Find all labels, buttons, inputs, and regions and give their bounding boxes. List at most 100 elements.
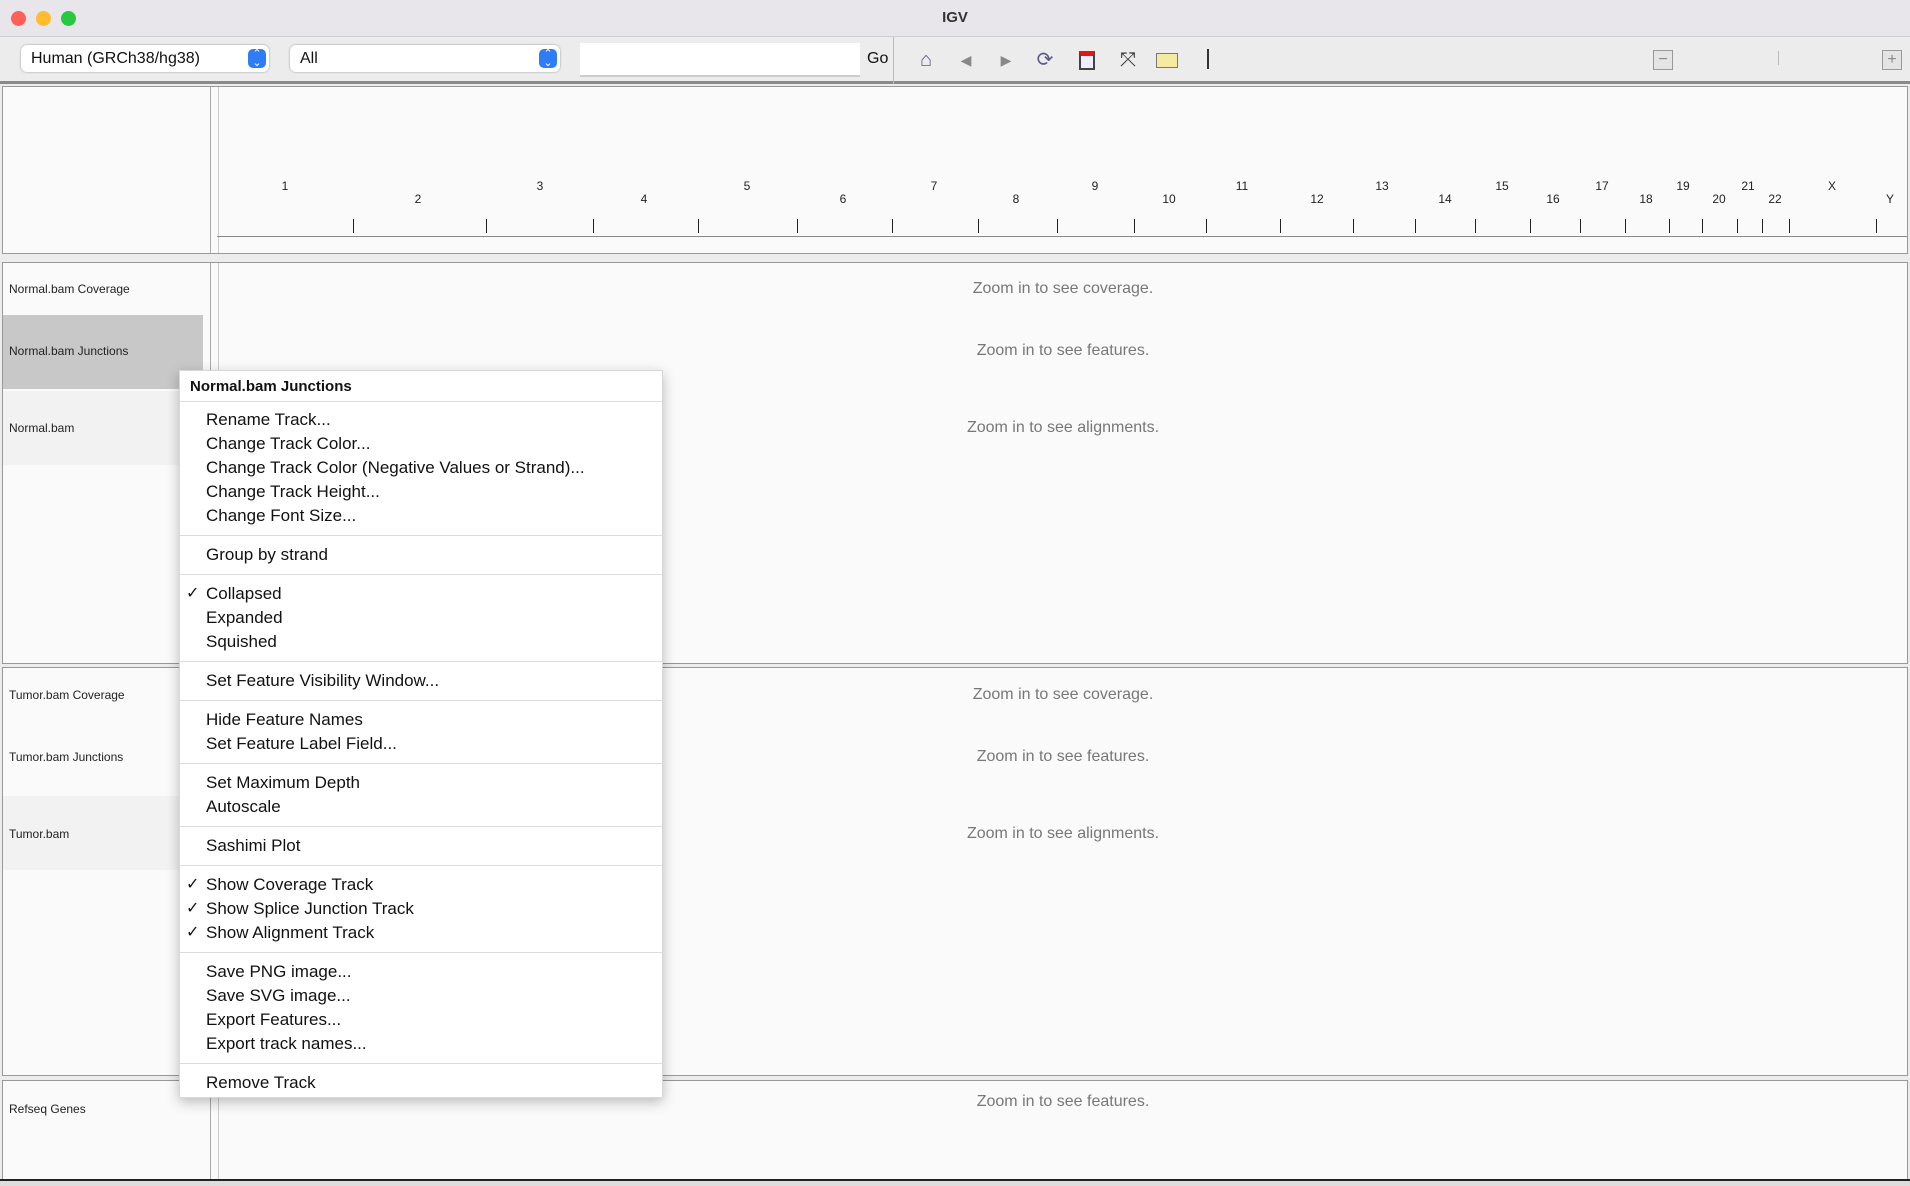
chromosome-label[interactable]: 3 — [537, 179, 544, 193]
chromosome-label[interactable]: 22 — [1768, 192, 1781, 206]
track-name[interactable]: Normal.bam — [9, 421, 74, 435]
popup-info-icon[interactable] — [1154, 47, 1180, 73]
menu-separator — [180, 1063, 662, 1064]
region-of-interest-icon[interactable] — [1074, 47, 1100, 73]
ruler-baseline — [217, 236, 1907, 237]
refresh-icon[interactable]: ⟳ — [1032, 47, 1058, 73]
menu-separator — [180, 535, 662, 536]
menu-item[interactable]: ✓ Show Coverage Track — [180, 873, 662, 897]
home-icon[interactable]: ⌂ — [913, 47, 939, 73]
chromosome-select[interactable]: All ⌃ ⌄ — [290, 45, 560, 72]
chromosome-label[interactable]: 17 — [1595, 179, 1608, 193]
menu-item[interactable]: Rename Track... — [180, 408, 662, 432]
ruler-tick — [1134, 219, 1135, 233]
back-icon[interactable]: ◀ — [953, 47, 979, 73]
chromosome-label[interactable]: 16 — [1546, 192, 1559, 206]
track-name[interactable]: Normal.bam Junctions — [9, 344, 128, 358]
track-name[interactable]: Refseq Genes — [9, 1102, 86, 1116]
chromosome-label[interactable]: 10 — [1162, 192, 1175, 206]
track-name[interactable]: Tumor.bam Junctions — [9, 750, 123, 764]
menu-item[interactable]: Change Track Color... — [180, 432, 662, 456]
menu-item[interactable]: ✓ Collapsed — [180, 582, 662, 606]
menu-item-label: Collapsed — [206, 584, 282, 603]
menu-item-label: Sashimi Plot — [206, 836, 301, 855]
ruler-tick — [1625, 219, 1626, 233]
chromosome-label[interactable]: 1 — [282, 179, 289, 193]
chromosome-ruler[interactable] — [218, 87, 1907, 253]
menu-item[interactable]: Hide Feature Names — [180, 708, 662, 732]
menu-item[interactable]: Remove Track — [180, 1071, 662, 1095]
menu-item-label: Set Feature Visibility Window... — [206, 671, 440, 690]
chromosome-label[interactable]: 15 — [1495, 179, 1508, 193]
title-bar: IGV — [0, 0, 1910, 37]
menu-item-label: Set Maximum Depth — [206, 773, 360, 792]
ruler-tick — [1737, 219, 1738, 233]
track-name[interactable]: Tumor.bam — [9, 827, 69, 841]
zoom-in-icon[interactable]: + — [1882, 50, 1902, 70]
track-message: Zoom in to see features. — [976, 342, 1150, 359]
chromosome-value: All — [300, 50, 318, 67]
menu-item[interactable]: Change Track Color (Negative Values or S… — [180, 456, 662, 480]
menu-item-label: Save SVG image... — [206, 986, 351, 1005]
checkmark-icon: ✓ — [186, 585, 200, 602]
menu-item[interactable]: Set Feature Label Field... — [180, 732, 662, 756]
chromosome-label[interactable]: 8 — [1013, 192, 1020, 206]
chromosome-label[interactable]: 19 — [1676, 179, 1689, 193]
menu-item[interactable]: ✓ Show Alignment Track — [180, 921, 662, 945]
menu-item[interactable]: Save SVG image... — [180, 984, 662, 1008]
ruler-tick — [1206, 219, 1207, 233]
ruler-tick — [486, 219, 487, 233]
checkmark-icon: ✓ — [186, 876, 200, 893]
ruler-tick — [1415, 219, 1416, 233]
fit-to-window-icon[interactable]: ⤧ — [1115, 47, 1141, 73]
menu-items: Rename Track... Change Track Color... Chan… — [180, 408, 662, 1095]
menu-item[interactable]: Save PNG image... — [180, 960, 662, 984]
genome-select[interactable]: Human (GRCh38/hg38) ⌃ ⌄ — [21, 45, 269, 72]
chromosome-label[interactable]: 6 — [840, 192, 847, 206]
chromosome-label[interactable]: 9 — [1092, 179, 1099, 193]
ruler-tick — [1762, 219, 1763, 233]
go-button[interactable]: Go — [867, 50, 888, 68]
ruler-tick — [1057, 219, 1058, 233]
zoom-out-icon[interactable]: − — [1653, 50, 1673, 70]
menu-item-label: Group by strand — [206, 545, 328, 564]
menu-item[interactable]: ✓ Show Splice Junction Track — [180, 897, 662, 921]
track-name[interactable]: Tumor.bam Coverage — [9, 688, 125, 702]
locus-search-input[interactable] — [580, 43, 860, 77]
menu-separator — [180, 763, 662, 764]
chromosome-label[interactable]: 13 — [1375, 179, 1388, 193]
chromosome-label[interactable]: 7 — [931, 179, 938, 193]
track-name[interactable]: Normal.bam Coverage — [9, 282, 130, 296]
menu-item[interactable]: Export Features... — [180, 1008, 662, 1032]
menu-item[interactable]: Sashimi Plot — [180, 834, 662, 858]
chromosome-label[interactable]: X — [1828, 179, 1836, 193]
chromosome-label[interactable]: 21 — [1741, 179, 1754, 193]
menu-item[interactable]: Autoscale — [180, 795, 662, 819]
chromosome-label[interactable]: Y — [1886, 192, 1894, 206]
chromosome-label[interactable]: 14 — [1438, 192, 1451, 206]
menu-item-label: Export Features... — [206, 1010, 342, 1029]
chromosome-label[interactable]: 12 — [1310, 192, 1323, 206]
menu-separator — [180, 700, 662, 701]
chromosome-label[interactable]: 11 — [1236, 179, 1248, 193]
menu-item[interactable]: Expanded — [180, 606, 662, 630]
menu-item[interactable]: Set Maximum Depth — [180, 771, 662, 795]
menu-item[interactable]: Group by strand — [180, 543, 662, 567]
menu-item[interactable]: Set Feature Visibility Window... — [180, 669, 662, 693]
menu-item[interactable]: Export track names... — [180, 1032, 662, 1056]
chevron-updown-icon: ⌃ ⌄ — [248, 49, 266, 69]
forward-icon[interactable]: ▶ — [993, 47, 1019, 73]
chromosome-label[interactable]: 5 — [744, 179, 751, 193]
menu-item[interactable]: Squished — [180, 630, 662, 654]
ruler-name-panel — [3, 87, 211, 253]
chromosome-label[interactable]: 18 — [1639, 192, 1652, 206]
menu-item[interactable]: Change Font Size... — [180, 504, 662, 528]
genome-value: Human (GRCh38/hg38) — [31, 50, 200, 67]
zoom-slider[interactable] — [1778, 51, 1779, 65]
chromosome-label[interactable]: 20 — [1712, 192, 1725, 206]
ruler-tick — [1669, 219, 1670, 233]
menu-item[interactable]: Change Track Height... — [180, 480, 662, 504]
track-context-menu: Normal.bam Junctions Rename Track... Chan… — [179, 370, 663, 1098]
chromosome-label[interactable]: 2 — [415, 192, 422, 206]
chromosome-label[interactable]: 4 — [641, 192, 648, 206]
